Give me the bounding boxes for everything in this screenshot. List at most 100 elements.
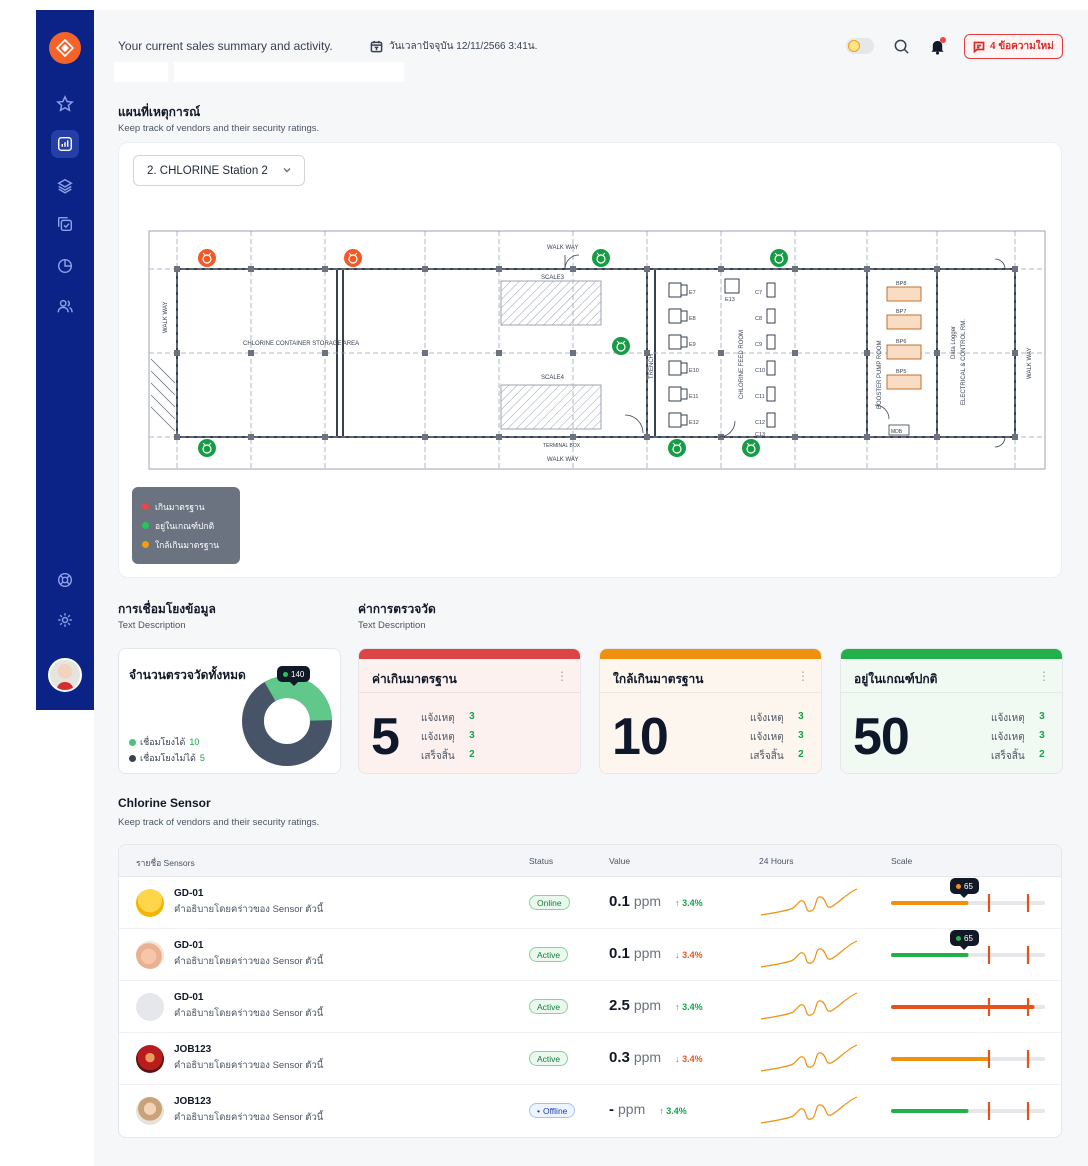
sensor-name: JOB123 xyxy=(174,1096,212,1107)
status-badge: Active xyxy=(529,999,569,1014)
stat-card-value: 5 xyxy=(371,708,400,766)
status-badge: Active xyxy=(529,1051,569,1066)
stat-row-label: แจ้งเหตุ xyxy=(750,732,784,743)
legend-dot xyxy=(129,738,136,746)
copy-check-icon[interactable] xyxy=(55,214,75,234)
current-datetime: วันเวลาปัจจุบัน 12/11/2566 3:41น. xyxy=(370,39,537,54)
e11-label: E11 xyxy=(689,394,698,400)
stat-row-count: 2 xyxy=(1039,749,1045,760)
sparkline-24h xyxy=(760,1096,858,1124)
theme-toggle[interactable] xyxy=(846,38,874,54)
e7-label: E7 xyxy=(689,290,696,296)
connection-donut-chart xyxy=(242,676,332,766)
scale-slider[interactable] xyxy=(891,1049,1051,1069)
message-icon xyxy=(973,41,985,53)
connection-section-subtitle: Text Description xyxy=(118,620,186,631)
alarm-marker-normal[interactable] xyxy=(592,249,610,267)
connected-value: 10 xyxy=(189,737,200,747)
stat-row: เสร็จสิ้น 2 xyxy=(750,749,804,764)
column-header-name[interactable]: รายชื่อ Sensors xyxy=(136,856,195,870)
more-options-icon[interactable]: ⋮ xyxy=(797,669,809,683)
tooltip-value: 65 xyxy=(964,933,973,943)
scale3-label: SCALE3 xyxy=(541,275,565,281)
walkway-label-top: WALK WAY xyxy=(547,245,578,251)
status-text: Active xyxy=(537,949,561,960)
more-options-icon[interactable]: ⋮ xyxy=(556,669,568,683)
sensor-description: คำอธิบายโดยคร่าวของ Sensor ตัวนี้ xyxy=(174,1112,324,1123)
alarm-marker-normal[interactable] xyxy=(612,337,630,355)
settings-icon[interactable] xyxy=(55,610,75,630)
legend-item-near: ใกล้เกินมาตรฐาน xyxy=(142,535,230,554)
table-row[interactable]: GD-01 คำอธิบายโดยคร่าวของ Sensor ตัวนี้ … xyxy=(119,981,1061,1033)
walkway-label-bottom: WALK WAY xyxy=(547,457,578,463)
legend-label: ใกล้เกินมาตรฐาน xyxy=(155,539,220,550)
map-section-subtitle: Keep track of vendors and their security… xyxy=(118,123,320,134)
user-avatar[interactable] xyxy=(48,658,82,692)
new-messages-button[interactable]: 4 ข้อความใหม่ xyxy=(964,34,1063,59)
alarm-marker-exceed[interactable] xyxy=(344,249,362,267)
users-icon[interactable] xyxy=(55,296,75,316)
greeting-text: Your current sales summary and activity. xyxy=(118,39,333,53)
c9-label: C9 xyxy=(755,342,762,348)
alarm-marker-normal[interactable] xyxy=(198,439,216,457)
placeholder-block xyxy=(114,62,168,82)
app-logo[interactable] xyxy=(49,32,81,64)
sparkline-24h xyxy=(760,1044,858,1072)
sensor-value: 0.3 ppm ↓ 3.4% xyxy=(609,1049,703,1066)
table-row[interactable]: JOB123 คำอธิบายโดยคร่าวของ Sensor ตัวนี้… xyxy=(119,1033,1061,1085)
more-options-icon[interactable]: ⋮ xyxy=(1038,669,1050,683)
alarm-marker-normal[interactable] xyxy=(770,249,788,267)
e8-label: E8 xyxy=(689,316,696,322)
mdb-label: MDB xyxy=(891,429,903,435)
stat-row: แจ้งเหตุ 3 xyxy=(991,730,1045,745)
stat-row-label: เสร็จสิ้น xyxy=(750,751,784,762)
dashboard-icon[interactable] xyxy=(51,130,79,158)
notification-bell-icon[interactable] xyxy=(927,36,947,56)
scale4-label: SCALE4 xyxy=(541,375,565,381)
change-value: 3.4% xyxy=(682,950,703,960)
electrical-room-label: ELECTRICAL & CONTROL RM. xyxy=(961,319,967,405)
calendar-icon xyxy=(370,40,383,53)
stat-card-exceed: ค่าเกินมาตรฐาน ⋮ 5 แจ้งเหตุ 3 แจ้งเหตุ 3 เ… xyxy=(358,648,581,774)
stat-row: แจ้งเหตุ 3 xyxy=(421,730,475,745)
search-icon[interactable] xyxy=(891,36,911,56)
layers-icon[interactable] xyxy=(55,176,75,196)
connection-section-title: การเชื่อมโยงข้อมูล xyxy=(118,602,216,616)
sensor-value: 0.1 ppm ↓ 3.4% xyxy=(609,945,703,962)
station-select[interactable]: 2. CHLORINE Station 2 xyxy=(133,155,305,186)
status-bar xyxy=(359,649,580,659)
support-icon[interactable] xyxy=(55,570,75,590)
status-text: Active xyxy=(537,1053,561,1064)
value-number: 0.3 xyxy=(609,1049,630,1066)
column-header-status[interactable]: Status xyxy=(529,856,553,866)
tooltip-value: 140 xyxy=(291,669,305,679)
alarm-marker-exceed[interactable] xyxy=(198,249,216,267)
star-icon[interactable] xyxy=(55,94,75,114)
sensor-name: GD-01 xyxy=(174,940,204,951)
e13-label: E13 xyxy=(725,297,735,303)
alarm-marker-normal[interactable] xyxy=(668,439,686,457)
map-legend: เกินมาตรฐาน อยู่ในเกณฑ์ปกติ ใกล้เกินมาตร… xyxy=(132,487,240,564)
c13-label: C13 xyxy=(755,432,765,438)
stat-row: เสร็จสิ้น 2 xyxy=(421,749,475,764)
scale-slider[interactable] xyxy=(891,1101,1051,1121)
alarm-marker-normal[interactable] xyxy=(742,439,760,457)
scale-slider[interactable] xyxy=(891,893,1051,913)
change-indicator: ↑ 3.4% xyxy=(675,898,703,908)
stat-row-count: 3 xyxy=(798,730,804,741)
bp5-label: BP5 xyxy=(896,369,906,375)
column-header-value[interactable]: Value xyxy=(609,856,630,866)
table-row[interactable]: GD-01 คำอธิบายโดยคร่าวของ Sensor ตัวนี้ … xyxy=(119,877,1061,929)
column-header-scale[interactable]: Scale xyxy=(891,856,912,866)
pie-chart-icon[interactable] xyxy=(55,256,75,276)
column-header-24h[interactable]: 24 Hours xyxy=(759,856,794,866)
stat-row-label: แจ้งเหตุ xyxy=(750,713,784,724)
chevron-down-icon xyxy=(283,168,291,173)
scale-slider[interactable] xyxy=(891,945,1051,965)
scale-slider[interactable] xyxy=(891,997,1051,1017)
table-row[interactable]: GD-01 คำอธิบายโดยคร่าวของ Sensor ตัวนี้ … xyxy=(119,929,1061,981)
sparkline-24h xyxy=(760,888,858,916)
stat-card-title: ค่าเกินมาตรฐาน xyxy=(372,672,457,686)
trench-label: TRENCH xyxy=(649,354,655,379)
table-row[interactable]: JOB123 คำอธิบายโดยคร่าวของ Sensor ตัวนี้… xyxy=(119,1085,1061,1137)
